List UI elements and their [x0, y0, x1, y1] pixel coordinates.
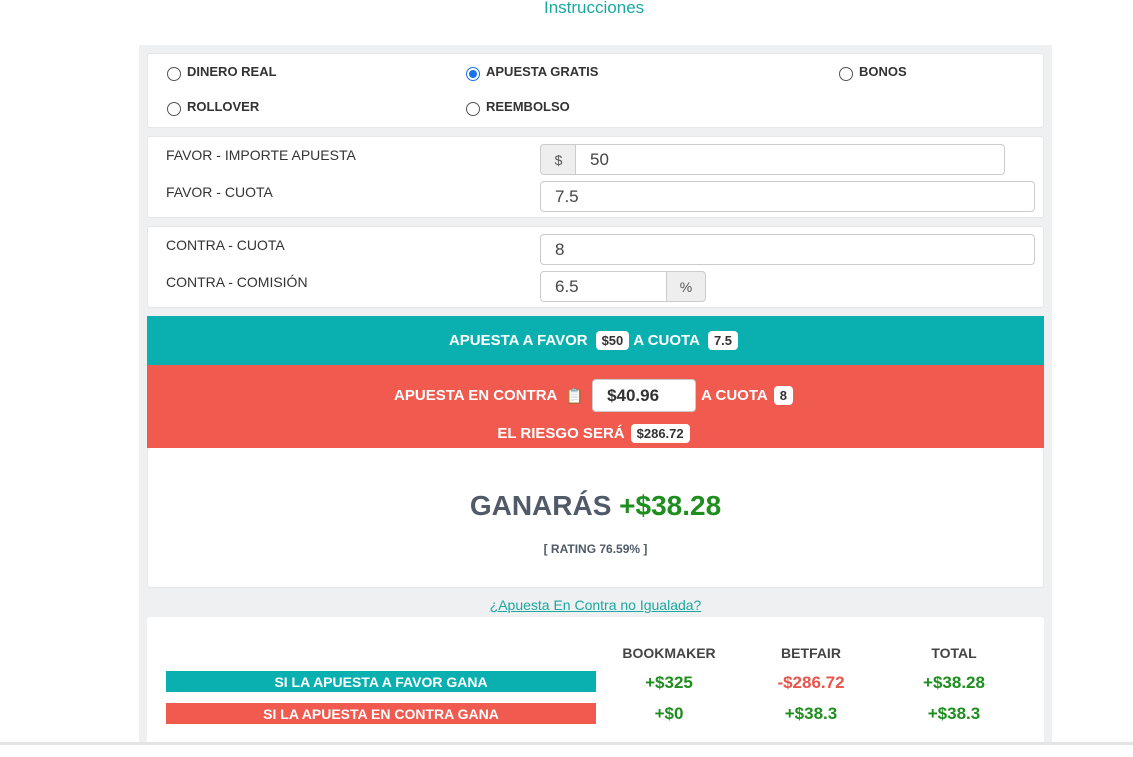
radio-circle-icon[interactable] [167, 66, 181, 81]
radio-circle-icon[interactable] [839, 66, 853, 81]
percent-addon: % [666, 271, 706, 302]
favor-stake-input[interactable]: 50 [575, 144, 1005, 175]
table-cell: +$38.28 [923, 673, 985, 692]
back-bet-summary: APUESTA A FAVOR $50 A CUOTA 7.5 [147, 316, 1044, 365]
calculator-panel: DINERO REAL APUESTA GRATIS BONOS ROLLOVE… [139, 45, 1052, 757]
favor-odds-label: FAVOR - CUOTA [166, 184, 273, 200]
radio-label: DINERO REAL [187, 64, 277, 79]
lay-bet-row: APUESTA EN CONTRA 📋 $40.96 A CUOTA 8 [147, 379, 1044, 412]
radio-rollover[interactable]: ROLLOVER [167, 99, 260, 116]
radio-checked-icon[interactable] [466, 66, 480, 81]
contra-commission-input[interactable]: 6.5 [540, 271, 667, 302]
win-headline: GANARÁS +$38.28 [148, 490, 1043, 522]
column-header-total: TOTAL [931, 645, 977, 661]
risk-row: EL RIESGO SERÁ $286.72 [147, 424, 1044, 443]
odds-text: A CUOTA [633, 332, 700, 349]
back-stake-badge: $50 [595, 331, 630, 350]
outcome-table: BOOKMAKER BETFAIR TOTAL SI LA APUESTA A … [147, 617, 1044, 757]
lay-odds-badge: 8 [773, 386, 793, 405]
win-amount: +$38.28 [619, 490, 722, 521]
table-cell: -$286.72 [777, 673, 845, 692]
bet-type-card: DINERO REAL APUESTA GRATIS BONOS ROLLOVE… [147, 53, 1044, 128]
risk-text: EL RIESGO SERÁ [497, 425, 625, 442]
risk-badge: $286.72 [630, 424, 690, 443]
radio-label: REEMBOLSO [486, 99, 570, 114]
table-cell: +$0 [654, 704, 684, 723]
result-card: GANARÁS +$38.28 [ RATING 76.59% ] [147, 448, 1044, 588]
column-header-betfair: BETFAIR [781, 645, 841, 661]
favor-stake-label: FAVOR - IMPORTE APUESTA [166, 147, 356, 163]
radio-bonos[interactable]: BONOS [839, 64, 907, 81]
currency-addon: $ [540, 144, 576, 175]
win-text: GANARÁS [469, 490, 612, 521]
favor-odds-input[interactable]: 7.5 [540, 181, 1035, 212]
table-cell: +$38.3 [927, 704, 981, 723]
radio-dinero-real[interactable]: DINERO REAL [167, 64, 277, 81]
rating-text: [ RATING 76.59% ] [543, 542, 648, 556]
radio-circle-icon[interactable] [466, 101, 480, 116]
back-bet-text: APUESTA A FAVOR [448, 332, 588, 349]
unmatched-lay-link[interactable]: ¿Apuesta En Contra no Igualada? [139, 597, 1052, 613]
favor-card: FAVOR - IMPORTE APUESTA $ 50 FAVOR - CUO… [147, 136, 1044, 218]
table-cell: +$325 [645, 673, 693, 692]
contra-odds-label: CONTRA - CUOTA [166, 237, 285, 253]
contra-card: CONTRA - CUOTA 8 CONTRA - COMISIÓN 6.5 % [147, 226, 1044, 308]
lay-stake-field[interactable]: $40.96 [592, 379, 697, 412]
radio-circle-icon[interactable] [167, 101, 181, 116]
row-label-lay-wins: SI LA APUESTA EN CONTRA GANA [166, 703, 596, 724]
radio-label: APUESTA GRATIS [486, 64, 599, 79]
contra-commission-label: CONTRA - COMISIÓN [166, 274, 308, 290]
radio-label: ROLLOVER [187, 99, 260, 114]
odds-text: A CUOTA [701, 387, 768, 404]
radio-reembolso[interactable]: REEMBOLSO [466, 99, 570, 116]
lay-bet-summary: APUESTA EN CONTRA 📋 $40.96 A CUOTA 8 EL … [147, 365, 1044, 448]
radio-apuesta-gratis[interactable]: APUESTA GRATIS [466, 64, 599, 81]
lay-bet-text: APUESTA EN CONTRA [394, 387, 558, 404]
instructions-link[interactable]: Instrucciones [544, 0, 644, 18]
radio-label: BONOS [859, 64, 907, 79]
table-cell: +$38.3 [784, 704, 838, 723]
column-header-bookmaker: BOOKMAKER [622, 645, 716, 661]
clipboard-icon[interactable]: 📋 [565, 387, 584, 405]
contra-odds-input[interactable]: 8 [540, 234, 1035, 265]
back-odds-badge: 7.5 [707, 331, 739, 350]
row-label-back-wins: SI LA APUESTA A FAVOR GANA [166, 671, 596, 692]
